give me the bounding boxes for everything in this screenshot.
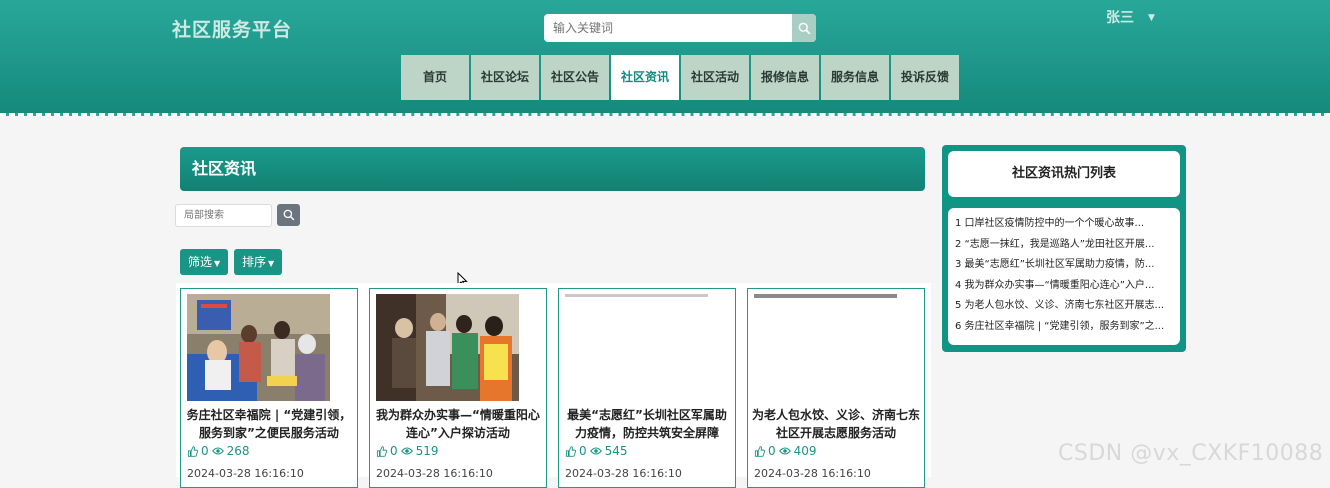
main-nav: 首页 社区论坛 社区公告 社区资讯 社区活动 报修信息 服务信息 投诉反馈 xyxy=(401,55,961,100)
hot-list-item[interactable]: 6 务庄社区幸福院 | “党建引领，服务到家”之... xyxy=(948,317,1175,338)
thumbs-up-icon[interactable] xyxy=(376,445,387,457)
nav-feedback[interactable]: 投诉反馈 xyxy=(891,55,959,100)
thumbs-up-icon[interactable] xyxy=(565,445,576,457)
hot-list-item[interactable]: 1 口岸社区疫情防控中的一个个暖心故事... xyxy=(948,214,1175,235)
like-count: 0 xyxy=(201,444,209,458)
eye-icon xyxy=(778,447,791,455)
news-card-title[interactable]: 最美“志愿红”长圳社区军属助力疫情，防控共筑安全屏障 xyxy=(563,406,731,442)
site-brand[interactable]: 社区服务平台 xyxy=(172,15,292,42)
nav-notice[interactable]: 社区公告 xyxy=(541,55,609,100)
news-thumbnail[interactable] xyxy=(565,294,708,401)
hot-list-item[interactable]: 2 “志愿一抹红，我是巡路人”龙田社区开展... xyxy=(948,235,1175,256)
image-strip xyxy=(754,294,897,298)
local-search-button[interactable] xyxy=(277,204,300,226)
news-thumbnail[interactable] xyxy=(376,294,519,401)
nav-activity[interactable]: 社区活动 xyxy=(681,55,749,100)
nav-service[interactable]: 服务信息 xyxy=(821,55,889,100)
global-search-input[interactable] xyxy=(544,14,792,42)
global-search-button[interactable] xyxy=(792,14,816,42)
like-count: 0 xyxy=(390,444,398,458)
news-card-date: 2024-03-28 16:16:10 xyxy=(754,467,871,480)
news-card[interactable]: 最美“志愿红”长圳社区军属助力疫情，防控共筑安全屏障 0 545 2024-03… xyxy=(558,288,736,488)
search-icon xyxy=(283,209,294,221)
watermark: CSDN @vx_CXKF10088 xyxy=(1058,441,1324,466)
thumbs-up-icon[interactable] xyxy=(187,445,198,457)
news-thumbnail[interactable] xyxy=(754,294,897,401)
news-card-stats: 0 545 xyxy=(565,444,628,458)
news-card[interactable]: 务庄社区幸福院 | “党建引领，服务到家”之便民服务活动 0 268 2024-… xyxy=(180,288,358,488)
news-card-title[interactable]: 务庄社区幸福院 | “党建引领，服务到家”之便民服务活动 xyxy=(185,406,353,442)
page-title: 社区资讯 xyxy=(180,147,925,191)
user-name: 张三 xyxy=(1106,10,1134,26)
news-card-date: 2024-03-28 16:16:10 xyxy=(187,467,304,480)
local-search-input[interactable] xyxy=(175,204,272,227)
hot-list-item[interactable]: 5 为老人包水饺、义诊、济南七东社区开展志... xyxy=(948,296,1175,317)
caret-down-icon: ▼ xyxy=(1148,13,1155,23)
thumbs-up-icon[interactable] xyxy=(754,445,765,457)
filter-label: 筛选 xyxy=(188,255,213,269)
sort-label: 排序 xyxy=(242,255,267,269)
user-menu[interactable]: 张三 ▼ xyxy=(1106,7,1155,27)
eye-icon xyxy=(400,447,413,455)
hot-list-panel: 社区资讯热门列表 1 口岸社区疫情防控中的一个个暖心故事... 2 “志愿一抹红… xyxy=(942,145,1186,352)
caret-down-icon: ▼ xyxy=(214,259,221,268)
caret-down-icon: ▼ xyxy=(268,259,275,268)
news-card-title[interactable]: 为老人包水饺、义诊、济南七东社区开展志愿服务活动 xyxy=(752,406,920,442)
news-card[interactable]: 为老人包水饺、义诊、济南七东社区开展志愿服务活动 0 409 2024-03-2… xyxy=(747,288,925,488)
eye-icon xyxy=(589,447,602,455)
global-search xyxy=(544,14,816,42)
news-thumbnail[interactable] xyxy=(187,294,330,401)
search-icon xyxy=(798,22,810,34)
news-card-stats: 0 409 xyxy=(754,444,817,458)
view-count: 545 xyxy=(604,444,628,458)
hot-list-item[interactable]: 4 我为群众办实事—“情暖重阳心连心”入户... xyxy=(948,276,1175,297)
news-card-date: 2024-03-28 16:16:10 xyxy=(565,467,682,480)
news-card-title[interactable]: 我为群众办实事—“情暖重阳心连心”入户探访活动 xyxy=(374,406,542,442)
nav-home[interactable]: 首页 xyxy=(401,55,469,100)
nav-news[interactable]: 社区资讯 xyxy=(611,55,679,100)
sort-dropdown[interactable]: 排序 ▼ xyxy=(234,249,283,275)
view-count: 268 xyxy=(226,444,250,458)
view-count: 409 xyxy=(793,444,817,458)
view-count: 519 xyxy=(415,444,439,458)
hot-list: 1 口岸社区疫情防控中的一个个暖心故事... 2 “志愿一抹红，我是巡路人”龙田… xyxy=(948,208,1180,345)
nav-repair[interactable]: 报修信息 xyxy=(751,55,819,100)
hot-list-title: 社区资讯热门列表 xyxy=(948,151,1180,197)
news-card-date: 2024-03-28 16:16:10 xyxy=(376,467,493,480)
top-header: 社区服务平台 张三 ▼ 首页 社区论坛 社区公告 社区资讯 社区活动 报修信息 服… xyxy=(0,0,1330,116)
eye-icon xyxy=(211,447,224,455)
nav-forum[interactable]: 社区论坛 xyxy=(471,55,539,100)
like-count: 0 xyxy=(579,444,587,458)
news-card-stats: 0 519 xyxy=(376,444,439,458)
filter-dropdown[interactable]: 筛选 ▼ xyxy=(180,249,229,275)
news-card-stats: 0 268 xyxy=(187,444,250,458)
like-count: 0 xyxy=(768,444,776,458)
image-strip xyxy=(565,294,708,297)
hot-list-item[interactable]: 3 最美“志愿红”长圳社区军属助力疫情，防... xyxy=(948,255,1175,276)
news-card[interactable]: 我为群众办实事—“情暖重阳心连心”入户探访活动 0 519 2024-03-28… xyxy=(369,288,547,488)
